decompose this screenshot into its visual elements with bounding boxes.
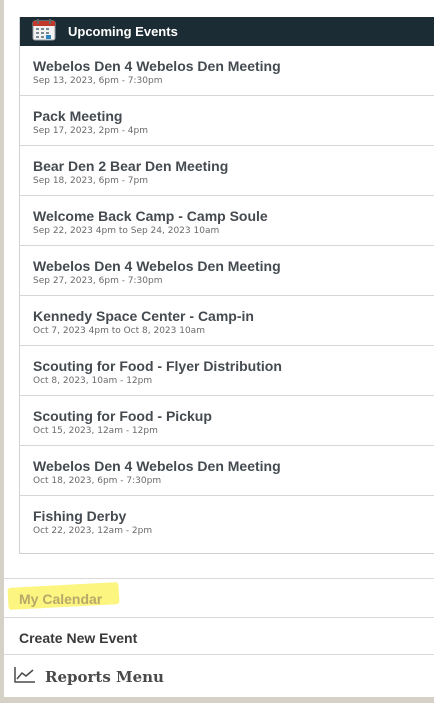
event-item[interactable]: Kennedy Space Center - Camp-in Oct 7, 20… — [20, 296, 434, 346]
upcoming-events-title: Upcoming Events — [68, 24, 178, 39]
calendar-icon — [32, 19, 56, 41]
event-title[interactable]: Webelos Den 4 Webelos Den Meeting — [33, 58, 281, 74]
event-date: Sep 27, 2023, 6pm - 7:30pm — [33, 276, 163, 286]
event-title[interactable]: Scouting for Food - Flyer Distribution — [33, 358, 282, 374]
my-calendar-link[interactable]: My Calendar — [19, 591, 102, 607]
event-date: Sep 13, 2023, 6pm - 7:30pm — [33, 76, 163, 86]
event-title[interactable]: Welcome Back Camp - Camp Soule — [33, 208, 268, 224]
reports-menu-button[interactable]: Reports Menu — [4, 655, 434, 697]
event-item[interactable]: Fishing Derby Oct 22, 2023, 12am - 2pm — [20, 496, 434, 546]
event-title[interactable]: Fishing Derby — [33, 508, 126, 524]
event-date: Sep 22, 2023 4pm to Sep 24, 2023 10am — [33, 226, 220, 236]
event-item[interactable]: Bear Den 2 Bear Den Meeting Sep 18, 2023… — [20, 146, 434, 196]
event-title[interactable]: Webelos Den 4 Webelos Den Meeting — [33, 258, 281, 274]
event-item[interactable]: Webelos Den 4 Webelos Den Meeting Oct 18… — [20, 446, 434, 496]
create-new-event-link[interactable]: Create New Event — [19, 630, 137, 646]
event-title[interactable]: Pack Meeting — [33, 108, 122, 124]
event-item[interactable]: Welcome Back Camp - Camp Soule Sep 22, 2… — [20, 196, 434, 246]
menu-divider — [4, 578, 434, 579]
event-item[interactable]: Webelos Den 4 Webelos Den Meeting Sep 13… — [20, 46, 434, 96]
line-chart-icon — [14, 667, 36, 683]
event-title[interactable]: Webelos Den 4 Webelos Den Meeting — [33, 458, 281, 474]
event-item[interactable]: Scouting for Food - Flyer Distribution O… — [20, 346, 434, 396]
event-title[interactable]: Bear Den 2 Bear Den Meeting — [33, 158, 228, 174]
menu-divider — [4, 617, 434, 618]
event-date: Oct 15, 2023, 12am - 12pm — [33, 426, 158, 436]
event-item[interactable]: Webelos Den 4 Webelos Den Meeting Sep 27… — [20, 246, 434, 296]
event-item[interactable]: Scouting for Food - Pickup Oct 15, 2023,… — [20, 396, 434, 446]
event-date: Sep 18, 2023, 6pm - 7pm — [33, 176, 149, 186]
upcoming-events-header: Upcoming Events — [20, 17, 434, 46]
event-date: Oct 22, 2023, 12am - 2pm — [33, 526, 153, 536]
event-title[interactable]: Scouting for Food - Pickup — [33, 408, 212, 424]
event-item[interactable]: Pack Meeting Sep 17, 2023, 2pm - 4pm — [20, 96, 434, 146]
event-title[interactable]: Kennedy Space Center - Camp-in — [33, 308, 254, 324]
event-date: Oct 7, 2023 4pm to Oct 8, 2023 10am — [33, 326, 205, 336]
event-date: Sep 17, 2023, 2pm - 4pm — [33, 126, 149, 136]
sidebar-page: Upcoming Events Webelos Den 4 Webelos De… — [4, 0, 434, 697]
event-date: Oct 18, 2023, 6pm - 7:30pm — [33, 476, 162, 486]
upcoming-events-panel: Upcoming Events Webelos Den 4 Webelos De… — [19, 17, 434, 554]
event-date: Oct 8, 2023, 10am - 12pm — [33, 376, 153, 386]
reports-menu-label: Reports Menu — [45, 668, 164, 686]
